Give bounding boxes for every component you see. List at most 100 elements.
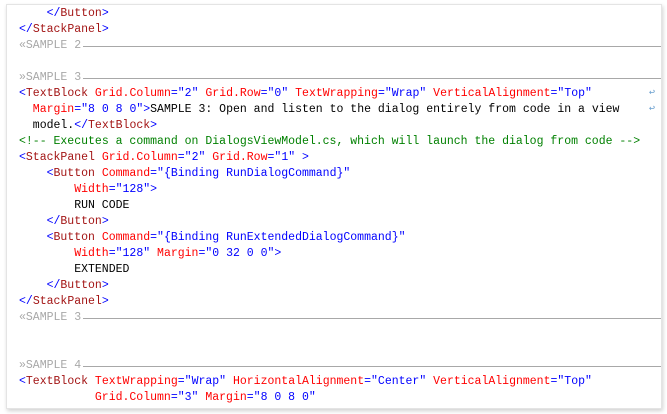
code-token: =" xyxy=(198,247,213,260)
code-token: StackPanel xyxy=(25,151,95,164)
code-token: " xyxy=(585,375,592,388)
code-token: > xyxy=(150,119,158,132)
code-token: > xyxy=(101,7,109,20)
code-token: " xyxy=(343,167,351,180)
region-label: «SAMPLE 2 xyxy=(19,39,82,52)
code-token: < xyxy=(46,231,54,244)
code-token: Margin xyxy=(32,103,75,116)
code-token: Wrap xyxy=(191,375,220,388)
code-token: Command xyxy=(94,167,151,180)
code-line: <TextBlock TextWrapping="Wrap" Horizonta… xyxy=(19,374,592,390)
code-line: Margin="8 0 8 0">SAMPLE 3: Open and list… xyxy=(33,102,620,118)
code-token: Grid.Row xyxy=(205,151,268,164)
xaml-code-editor[interactable]: </Button> </StackPanel> «SAMPLE 2 »SAMPLE 3… xyxy=(6,4,662,409)
code-line: </Button> xyxy=(47,6,109,22)
code-token: SAMPLE 3: Open and listen to the dialog … xyxy=(150,103,620,116)
code-token: Button xyxy=(53,167,95,180)
code-token: Margin xyxy=(198,391,247,404)
code-token: TextBlock xyxy=(25,87,89,100)
code-token: < xyxy=(19,87,26,100)
code-token: " > xyxy=(288,151,309,164)
collapsible-region-marker[interactable]: »SAMPLE 4 xyxy=(19,358,661,374)
code-token: Button xyxy=(60,279,102,292)
region-label: »SAMPLE 4 xyxy=(19,359,82,372)
code-line: </StackPanel> xyxy=(19,294,109,310)
code-line: Width="128"> xyxy=(74,182,157,198)
code-token: </ xyxy=(46,7,61,20)
collapsible-region-marker[interactable]: »SAMPLE 3 xyxy=(19,70,661,86)
code-token: > xyxy=(101,295,109,308)
code-line: </StackPanel> xyxy=(19,22,109,38)
code-token: <!-- Executes a command on DialogsViewMo… xyxy=(19,135,641,148)
code-token: 2 xyxy=(184,87,192,100)
code-token: =" xyxy=(170,87,185,100)
code-line: Width="128" Margin="0 32 0 0"> xyxy=(74,246,281,262)
code-token: Grid.Column xyxy=(94,151,178,164)
code-token: =" xyxy=(246,391,261,404)
collapsible-region-marker[interactable]: «SAMPLE 3 xyxy=(19,310,661,326)
code-token: 0 32 0 0 xyxy=(212,247,268,260)
code-token: Button xyxy=(60,7,102,20)
code-token: VerticalAlignment xyxy=(426,375,551,388)
code-token: Button xyxy=(60,215,102,228)
code-token: =" xyxy=(260,87,275,100)
code-token: Wrap xyxy=(391,87,420,100)
code-token: </ xyxy=(46,279,61,292)
code-token: 128 xyxy=(122,183,144,196)
code-line: </Button> xyxy=(47,278,109,294)
code-token: HorizontalAlignment xyxy=(226,375,365,388)
code-line: <StackPanel Grid.Column="2" Grid.Row="1"… xyxy=(19,150,309,166)
code-line: </Button> xyxy=(47,214,109,230)
code-token: =" xyxy=(177,151,192,164)
region-divider xyxy=(83,365,661,367)
code-token: 128 xyxy=(122,247,144,260)
code-token: Button xyxy=(53,231,95,244)
code-token: =" xyxy=(150,167,164,180)
code-token: " xyxy=(398,231,406,244)
code-token: > xyxy=(101,279,109,292)
code-token: </ xyxy=(19,295,33,308)
code-token: </ xyxy=(46,215,61,228)
code-token: TextWrapping xyxy=(88,375,178,388)
code-token: < xyxy=(46,167,54,180)
code-token: RUN CODE xyxy=(74,199,130,212)
code-line: model.</TextBlock> xyxy=(33,118,157,134)
code-token: =" xyxy=(170,391,185,404)
code-token: =" xyxy=(267,151,282,164)
word-wrap-icon: ↩ xyxy=(648,88,655,99)
code-token: =" xyxy=(177,375,192,388)
code-token: {Binding RunExtendedDialogCommand} xyxy=(163,231,399,244)
code-token: StackPanel xyxy=(32,295,102,308)
code-token: EXTENDED xyxy=(74,263,130,276)
code-token: TextBlock xyxy=(25,375,89,388)
code-line: EXTENDED xyxy=(74,262,129,278)
code-token: "> xyxy=(143,183,158,196)
region-divider xyxy=(83,317,661,319)
code-token: =" xyxy=(377,87,392,100)
code-token: =" xyxy=(108,247,123,260)
code-token: =" xyxy=(364,375,378,388)
code-token: TextBlock xyxy=(88,119,151,132)
region-divider xyxy=(83,45,661,47)
code-token: > xyxy=(101,23,109,36)
code-token: StackPanel xyxy=(32,23,102,36)
code-token: Center xyxy=(377,375,420,388)
word-wrap-icon: ↩ xyxy=(648,104,655,115)
region-label: «SAMPLE 3 xyxy=(19,311,82,324)
code-token: Grid.Column xyxy=(94,391,171,404)
collapsible-region-marker[interactable]: «SAMPLE 2 xyxy=(19,38,661,54)
code-line: <Button Command="{Binding RunDialogComma… xyxy=(47,166,351,182)
code-line: <!-- Executes a command on DialogsViewMo… xyxy=(19,134,640,150)
code-line: RUN CODE xyxy=(74,198,129,214)
code-token: =" xyxy=(550,375,565,388)
code-token: "> xyxy=(136,103,151,116)
code-token: Grid.Column xyxy=(88,87,171,100)
code-token: 3 xyxy=(184,391,192,404)
code-token: =" xyxy=(550,87,565,100)
code-token: Width xyxy=(74,247,109,260)
code-token: < xyxy=(19,151,26,164)
code-token: Top xyxy=(564,375,586,388)
code-line: <TextBlock Grid.Column="2" Grid.Row="0" … xyxy=(19,86,592,102)
code-token: =" xyxy=(108,183,123,196)
code-token: 8 0 8 0 xyxy=(260,391,309,404)
